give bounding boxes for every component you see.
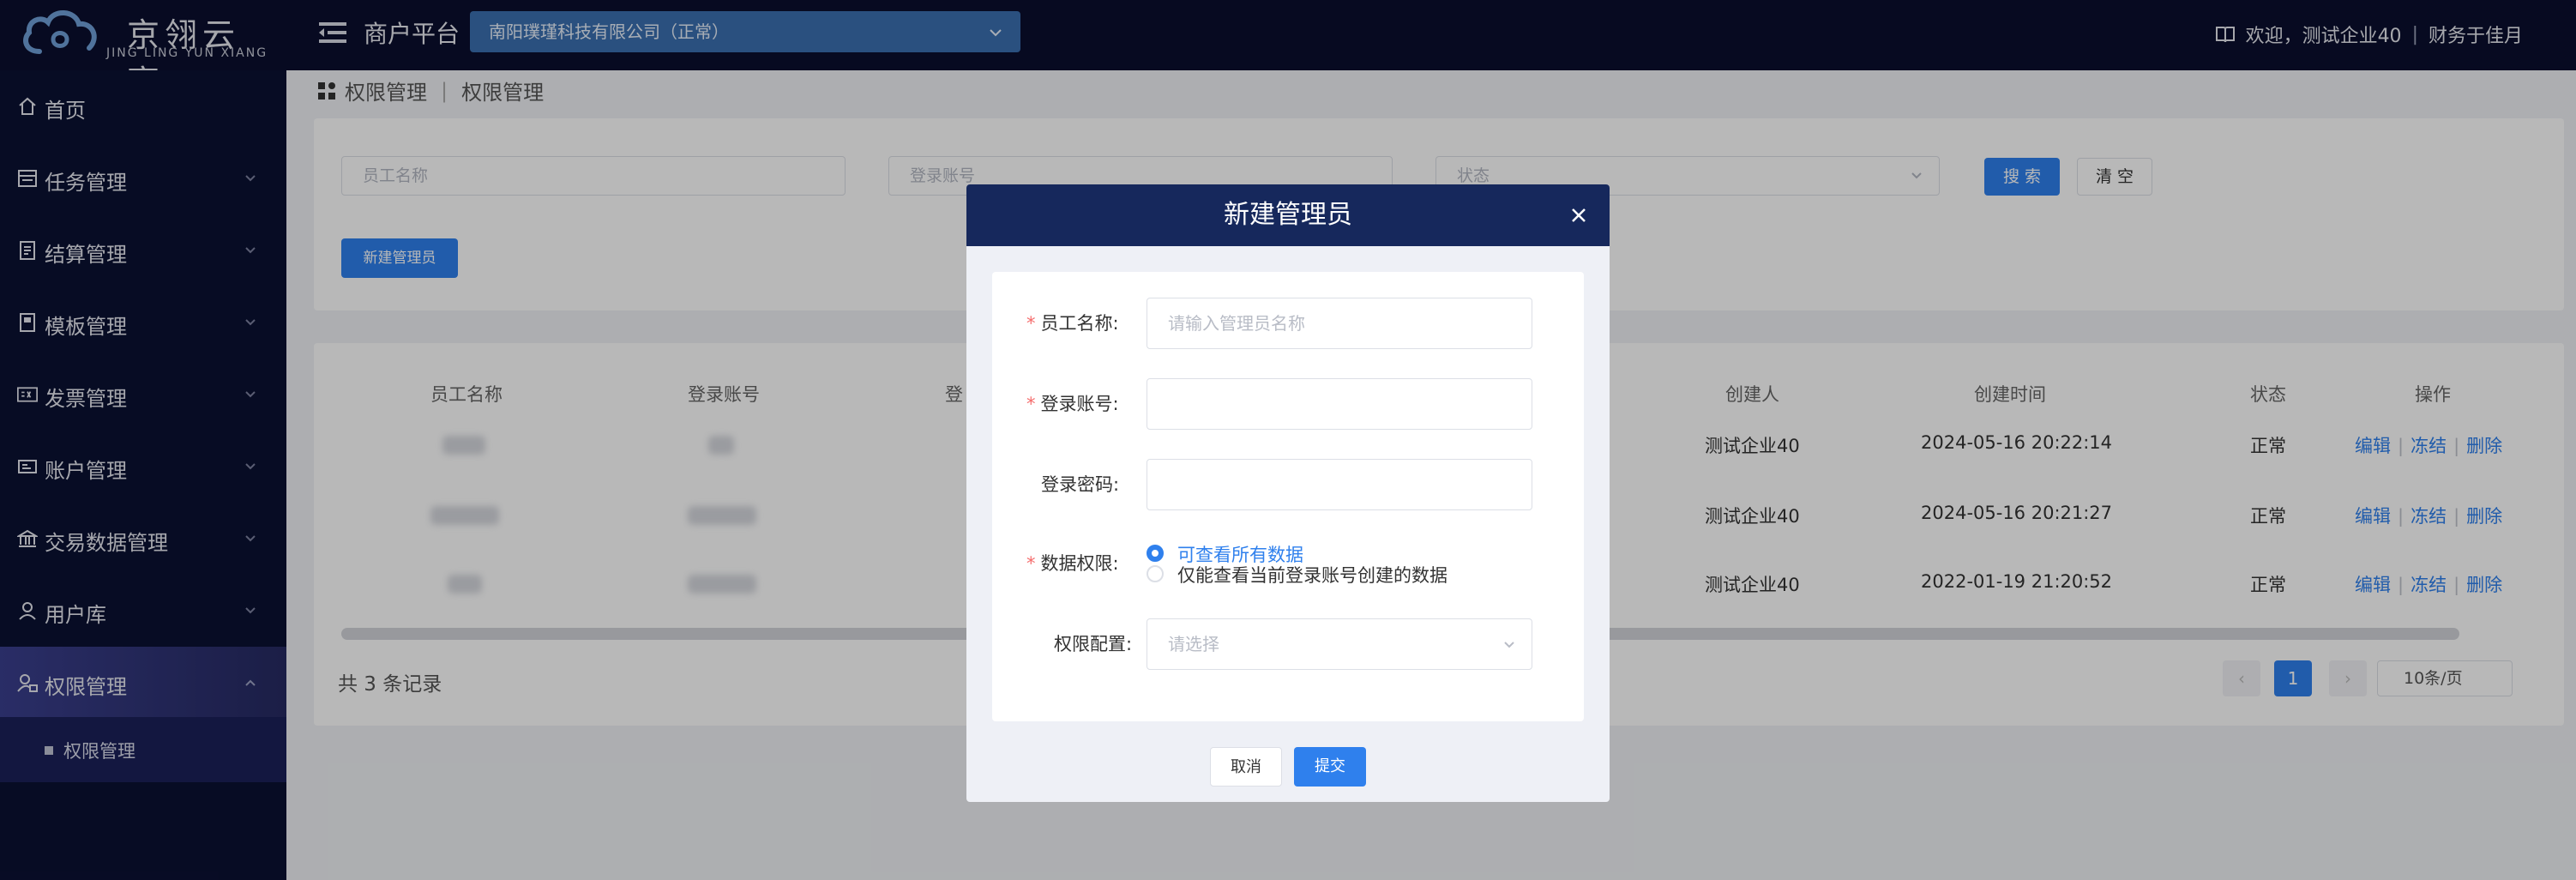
permission-own-label[interactable]: 仅能查看当前登录账号创建的数据 — [1177, 562, 1447, 588]
login-password-input[interactable] — [1147, 459, 1532, 510]
required-mark: * — [1026, 394, 1036, 414]
login-account-label: * 登录账号: — [1026, 390, 1119, 416]
permission-config-placeholder: 请选择 — [1168, 634, 1219, 654]
employee-name-label-text: 员工名称: — [1040, 313, 1119, 334]
required-mark: * — [1026, 553, 1036, 574]
login-account-input[interactable] — [1147, 378, 1532, 430]
close-icon[interactable] — [1570, 207, 1587, 224]
required-mark: * — [1026, 313, 1036, 334]
new-admin-dialog: 新建管理员 * 员工名称: 请输入管理员名称 * 登录账号: 登录密码: * 数据权限… — [966, 184, 1610, 802]
cancel-button[interactable]: 取消 — [1210, 747, 1282, 787]
permission-config-select[interactable]: 请选择 — [1147, 618, 1532, 670]
dialog-form: * 员工名称: 请输入管理员名称 * 登录账号: 登录密码: * 数据权限: 可查看所… — [992, 272, 1584, 721]
submit-button[interactable]: 提交 — [1294, 747, 1366, 787]
permission-all-radio[interactable] — [1147, 545, 1164, 562]
permission-own-radio[interactable] — [1147, 565, 1164, 582]
data-permission-label-text: 数据权限: — [1040, 553, 1119, 574]
chevron-down-icon — [1504, 642, 1514, 648]
permission-config-label: 权限配置: — [1054, 634, 1133, 654]
data-permission-label: * 数据权限: — [1026, 550, 1119, 576]
employee-name-input[interactable]: 请输入管理员名称 — [1147, 298, 1532, 349]
login-account-label-text: 登录账号: — [1040, 394, 1119, 414]
dialog-title: 新建管理员 — [966, 184, 1610, 246]
employee-name-label: * 员工名称: — [1026, 310, 1119, 335]
login-password-label: 登录密码: — [1041, 474, 1120, 495]
